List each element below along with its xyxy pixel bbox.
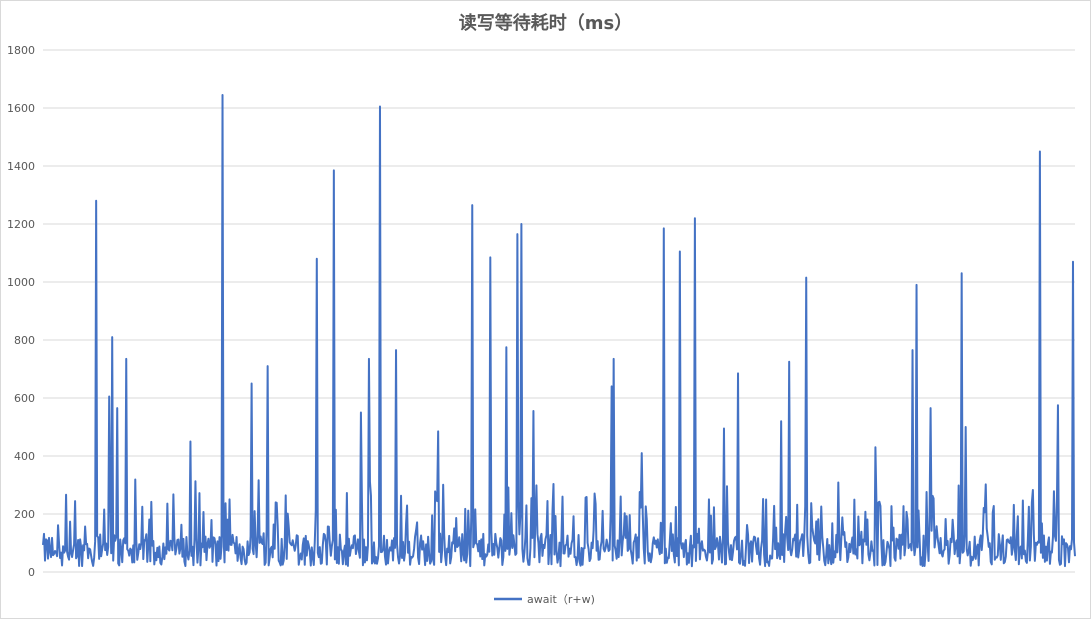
y-tick-label: 1800 <box>7 44 35 57</box>
y-tick-label: 0 <box>28 566 35 579</box>
y-tick-label: 400 <box>14 450 35 463</box>
y-tick-label: 1600 <box>7 102 35 115</box>
y-tick-label: 1200 <box>7 218 35 231</box>
legend: await（r+w) <box>494 593 595 606</box>
y-tick-label: 600 <box>14 392 35 405</box>
y-tick-label: 200 <box>14 508 35 521</box>
legend-label: await（r+w) <box>527 593 595 606</box>
y-axis-ticks: 0 200 400 600 800 1000 1200 1400 1600 1800 <box>7 44 35 579</box>
y-tick-label: 1000 <box>7 276 35 289</box>
gridlines <box>43 49 1075 573</box>
y-tick-label: 800 <box>14 334 35 347</box>
line-chart: 0 200 400 600 800 1000 1200 1400 1600 1800 await（… <box>7 44 1076 606</box>
y-tick-label: 1400 <box>7 160 35 173</box>
